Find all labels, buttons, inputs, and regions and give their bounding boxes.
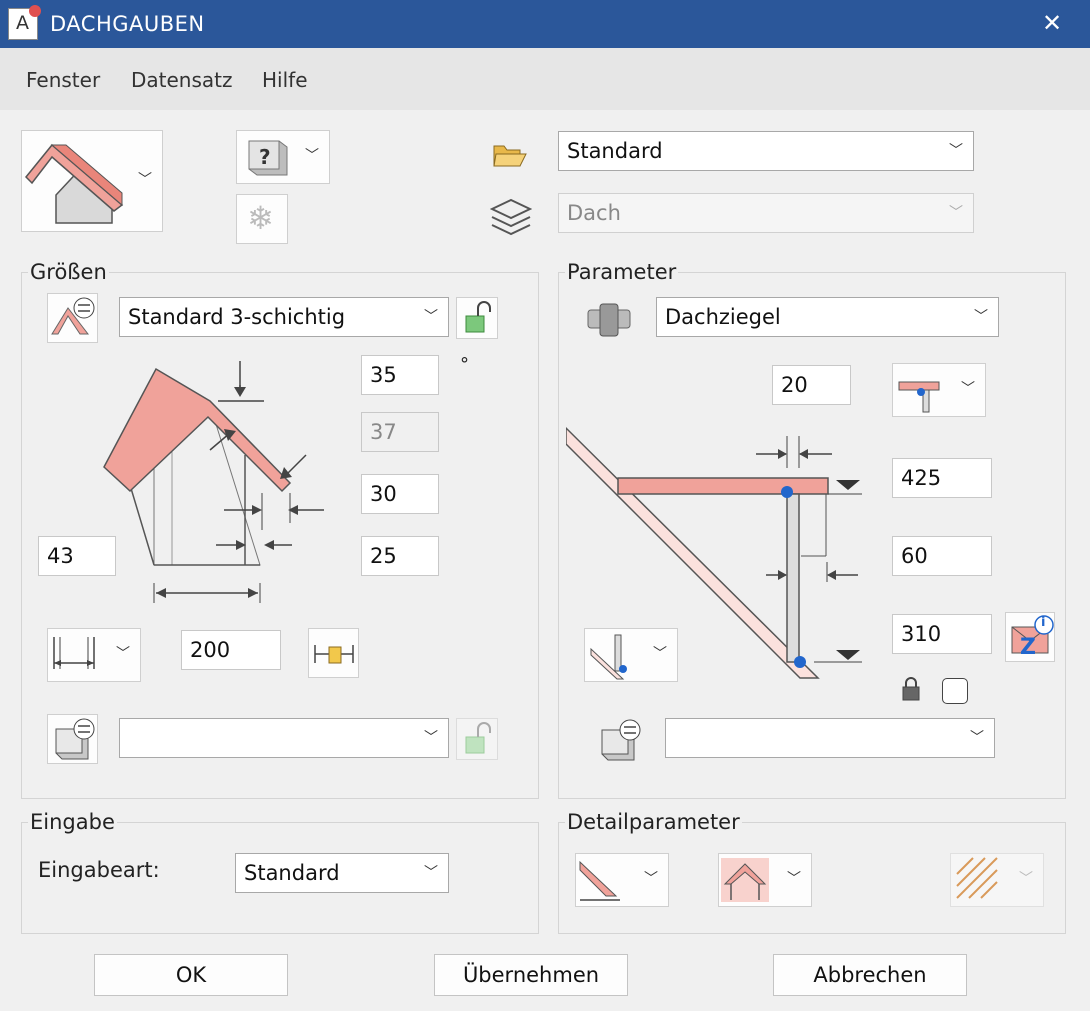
- wall-settings-icon: [601, 719, 641, 761]
- hatch-button[interactable]: ﹀: [950, 853, 1044, 907]
- beam-icon: [898, 381, 940, 413]
- chevron-down-icon: ﹀: [424, 730, 438, 746]
- wall-settings-button[interactable]: [47, 714, 98, 764]
- overhang-input[interactable]: 30: [361, 474, 439, 514]
- parameter-title: Parameter: [565, 260, 679, 284]
- edge-detail-button[interactable]: ﹀: [575, 853, 669, 907]
- eingabeart-value: Standard: [244, 861, 340, 885]
- material-value: Dachziegel: [665, 305, 781, 329]
- cancel-button[interactable]: Abbrechen: [773, 954, 967, 996]
- ok-button[interactable]: OK: [94, 954, 288, 996]
- app-icon: A: [8, 5, 41, 40]
- hatch-pattern-icon: [956, 857, 998, 899]
- anchor-type-button[interactable]: ﹀: [584, 628, 678, 682]
- lock-icon: [902, 677, 920, 701]
- menu-datensatz[interactable]: Datensatz: [131, 68, 233, 92]
- chevron-down-icon: ﹀: [644, 871, 658, 887]
- angle-input[interactable]: 35: [361, 355, 439, 395]
- param-20-input[interactable]: 20: [772, 365, 851, 405]
- structure-value: Standard 3-schichtig: [128, 305, 346, 329]
- material-select[interactable]: Dachziegel ﹀: [656, 297, 999, 337]
- param-310-input[interactable]: 310: [892, 614, 992, 654]
- eingabeart-select[interactable]: Standard ﹀: [235, 853, 449, 893]
- angle2-input[interactable]: 37: [361, 412, 439, 452]
- roof-tile-icon: [587, 303, 631, 337]
- second-lock-button[interactable]: [456, 718, 498, 760]
- chevron-down-icon: ﹀: [424, 309, 438, 325]
- chevron-down-icon: ﹀: [424, 865, 438, 881]
- z-letter: Z: [1020, 635, 1036, 660]
- chevron-down-icon: ﹀: [961, 381, 975, 397]
- param-425-input[interactable]: 425: [892, 458, 992, 498]
- freeze-button[interactable]: ❄: [236, 194, 288, 244]
- eingabeart-label: Eingabeart:: [38, 858, 160, 882]
- chevron-down-icon: ﹀: [974, 309, 988, 325]
- groessen-title: Größen: [28, 260, 109, 284]
- measure-button[interactable]: [308, 628, 359, 678]
- anchor-point-icon: [590, 634, 627, 680]
- height-input[interactable]: 43: [38, 536, 116, 576]
- beam-type-button[interactable]: ﹀: [892, 363, 986, 417]
- menu-fenster[interactable]: Fenster: [26, 68, 100, 92]
- apply-button[interactable]: Übernehmen: [434, 954, 628, 996]
- help-type-button[interactable]: ? ﹀: [236, 130, 330, 184]
- help-glyph: ?: [259, 145, 271, 169]
- chevron-down-icon: ﹀: [305, 148, 319, 164]
- chevron-down-icon: ﹀: [653, 646, 667, 662]
- dataset-value: Standard: [567, 139, 663, 163]
- width-mode-button[interactable]: ﹀: [47, 628, 141, 682]
- param-60-input[interactable]: 60: [892, 536, 992, 576]
- app-icon-badge: [29, 5, 41, 17]
- close-button[interactable]: ✕: [1030, 6, 1074, 42]
- menu-hilfe[interactable]: Hilfe: [262, 68, 308, 92]
- width-dimension-icon: [53, 637, 95, 669]
- folder-icon: [493, 145, 527, 167]
- dormer-type-button[interactable]: ﹀: [21, 130, 163, 232]
- groessen-second-select[interactable]: ﹀: [119, 718, 449, 758]
- ridge-icon: [721, 858, 769, 902]
- chevron-down-icon: ﹀: [1019, 871, 1033, 887]
- width-input[interactable]: 200: [181, 630, 281, 670]
- chevron-down-icon: ﹀: [949, 205, 963, 221]
- chevron-down-icon: ﹀: [138, 172, 152, 188]
- layer-value: Dach: [567, 201, 621, 225]
- chevron-down-icon: ﹀: [970, 730, 984, 746]
- roof-layers-icon: [51, 297, 95, 335]
- roof-edge-icon: [579, 860, 620, 901]
- chevron-down-icon: ﹀: [787, 871, 801, 887]
- unlock-icon: [465, 301, 491, 333]
- angle-unit: °: [460, 354, 469, 375]
- app-icon-letter: A: [16, 12, 29, 34]
- structure-select[interactable]: Standard 3-schichtig ﹀: [119, 297, 449, 337]
- parameter-second-select[interactable]: ﹀: [665, 718, 995, 758]
- detail-title: Detailparameter: [565, 810, 742, 834]
- ridge-detail-button[interactable]: ﹀: [718, 853, 812, 907]
- layer-select[interactable]: Dach ﹀: [558, 193, 974, 233]
- info-letter: i: [1041, 615, 1046, 630]
- window-title: DACHGAUBEN: [50, 12, 205, 36]
- chevron-down-icon: ﹀: [949, 143, 963, 159]
- dormer-section-diagram: [103, 361, 324, 603]
- eingabe-title: Eingabe: [28, 810, 117, 834]
- chevron-down-icon: ﹀: [116, 646, 130, 662]
- snowflake-icon: ❄: [247, 199, 274, 237]
- lock-checkbox[interactable]: [942, 678, 968, 704]
- z-info-button[interactable]: Z i: [1005, 612, 1055, 662]
- wall-offset-input[interactable]: 25: [361, 536, 439, 576]
- layers-icon: [490, 198, 532, 236]
- roof-layers-button[interactable]: [47, 293, 98, 343]
- wall-settings-icon: [55, 718, 95, 760]
- dataset-select[interactable]: Standard ﹀: [558, 131, 974, 171]
- lock-toggle-button[interactable]: [456, 297, 498, 339]
- ruler-icon: [314, 645, 354, 664]
- unlock-icon: [465, 722, 491, 754]
